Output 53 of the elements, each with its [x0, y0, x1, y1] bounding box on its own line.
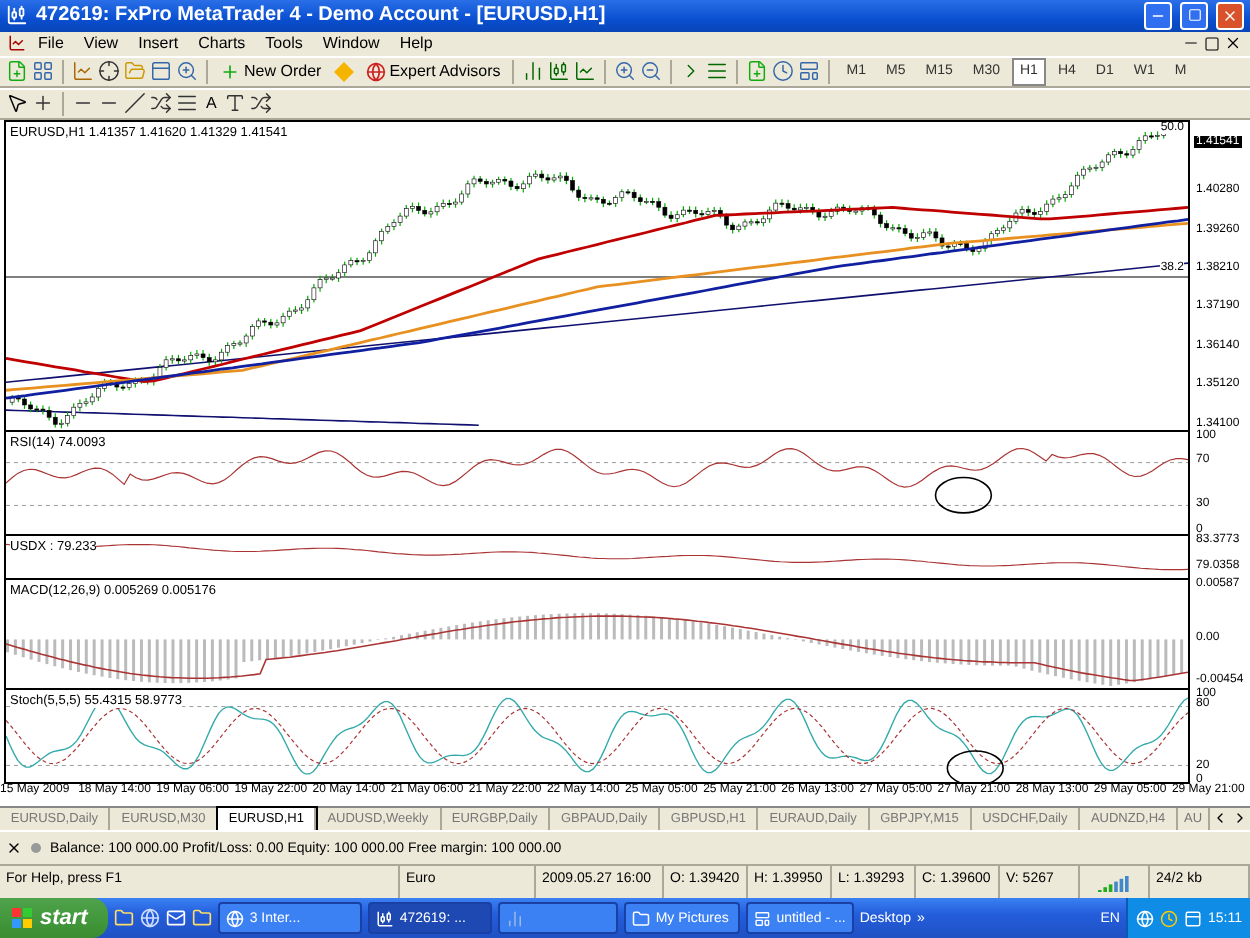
- window-icon: [753, 909, 771, 928]
- chart-icon: [8, 34, 26, 53]
- crosshair-icon[interactable]: [98, 60, 120, 83]
- close-button[interactable]: [1216, 1, 1244, 30]
- taskbar-button[interactable]: [497, 902, 618, 935]
- new-chart-icon[interactable]: [6, 60, 28, 83]
- clock-icon[interactable]: [772, 60, 795, 83]
- diamond-icon: [333, 61, 354, 82]
- maximize-icon: [1187, 8, 1201, 23]
- globe-icon: [365, 61, 386, 82]
- bar-chart-icon[interactable]: [522, 60, 545, 83]
- bar-chart-icon: [505, 909, 524, 928]
- app-icon: [6, 4, 28, 27]
- zoom-in-icon[interactable]: [614, 60, 637, 83]
- maximize-button[interactable]: [1180, 1, 1208, 30]
- trendline-icon[interactable]: [124, 92, 146, 115]
- start-button[interactable]: start: [0, 898, 108, 938]
- candlestick-icon: [375, 909, 394, 928]
- expert-advisors-button[interactable]: Expert Advisors: [361, 57, 505, 86]
- indicators-icon[interactable]: [746, 60, 769, 83]
- text-tool-button[interactable]: A: [202, 89, 221, 118]
- browser-icon[interactable]: [139, 908, 160, 929]
- menu-item[interactable]: Charts: [190, 34, 254, 53]
- zoom-out-icon[interactable]: [640, 60, 663, 83]
- account-icon: [30, 842, 42, 855]
- menu-item[interactable]: Tools: [257, 34, 311, 53]
- folder-icon: [631, 909, 650, 928]
- window-title: 472619: FxPro MetaTrader 4 - Demo Account - [EURUSD,H1]: [36, 4, 608, 27]
- candlestick-icon[interactable]: [548, 60, 571, 83]
- profiles-icon[interactable]: [32, 60, 54, 83]
- menu-item[interactable]: File: [30, 34, 72, 53]
- line-chart-icon[interactable]: [574, 60, 597, 83]
- close-icon[interactable]: [6, 840, 22, 857]
- arrows-icon[interactable]: [250, 92, 273, 115]
- menu-item[interactable]: View: [75, 34, 127, 53]
- windows-logo: [12, 908, 32, 929]
- menu-item[interactable]: Window: [314, 34, 388, 53]
- circle-annotation: [934, 476, 993, 514]
- label-icon[interactable]: [224, 92, 247, 115]
- close-icon[interactable]: [1224, 34, 1242, 53]
- menu-item[interactable]: Insert: [130, 34, 187, 53]
- mail-icon[interactable]: [165, 908, 186, 929]
- close-icon: [1222, 7, 1238, 24]
- restore-icon[interactable]: [1204, 35, 1220, 52]
- globe-icon: [225, 909, 244, 928]
- minimize-button[interactable]: [1144, 1, 1172, 30]
- crosshair-icon[interactable]: [32, 92, 54, 115]
- cursor-icon[interactable]: [6, 92, 28, 115]
- connection-bars-icon: [1098, 873, 1130, 892]
- templates-icon[interactable]: [798, 60, 821, 83]
- new-order-button[interactable]: New Order: [216, 57, 326, 86]
- menu-item[interactable]: Help: [391, 34, 441, 53]
- plus-icon: [220, 61, 240, 82]
